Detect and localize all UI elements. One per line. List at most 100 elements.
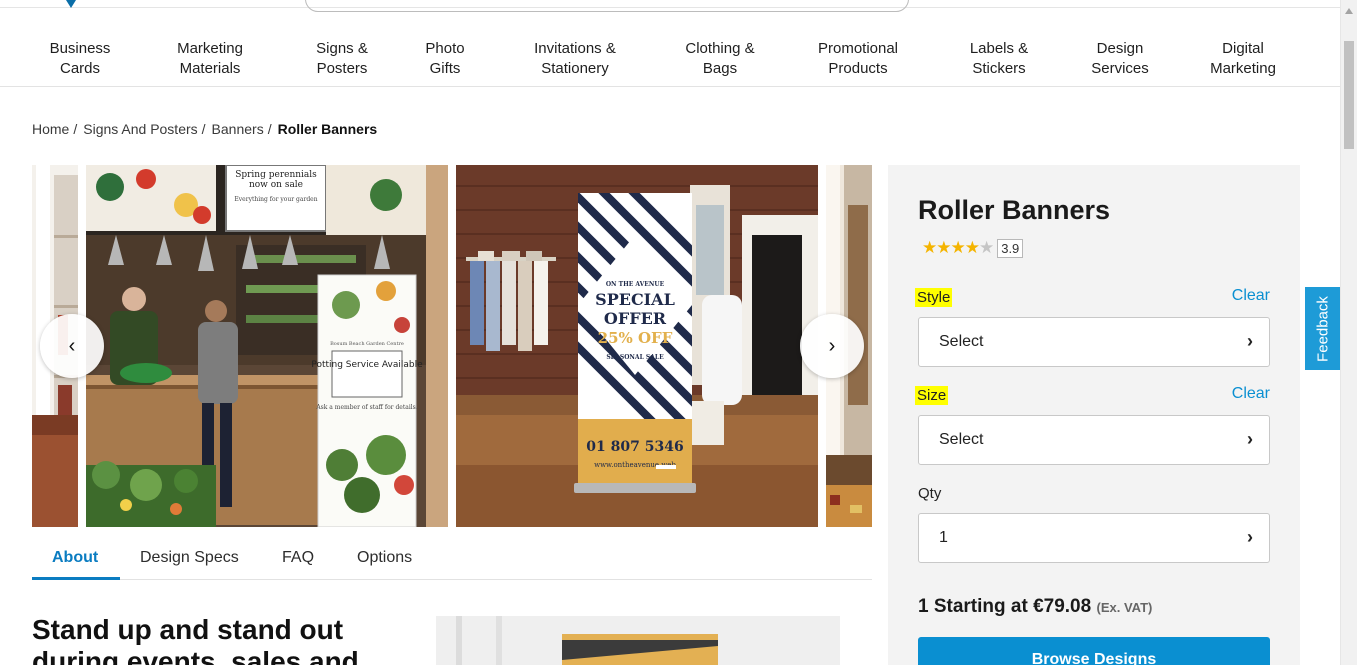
carousel-next-button[interactable]: › [800, 314, 864, 378]
scroll-up-icon[interactable] [1345, 8, 1353, 14]
nav-label: Posters [316, 60, 368, 77]
nav-label: Marketing [177, 40, 243, 57]
breadcrumb-signs-and-posters[interactable]: Signs And Posters [83, 121, 197, 137]
sign-line-2: now on sale [249, 180, 303, 190]
nav-item-promotional-products[interactable]: Promotional Products [818, 39, 898, 79]
main-nav: Business Cards Marketing Materials Signs &… [0, 8, 1340, 87]
product-image-carousel[interactable]: Spring perennials now on sale Everything… [32, 165, 872, 527]
header-strip [0, 0, 1340, 12]
sign-line-3: Everything for your garden [234, 196, 317, 203]
nav-label: Clothing & [685, 40, 755, 57]
page-scrollbar[interactable] [1340, 0, 1357, 665]
tab-faq[interactable]: FAQ [282, 549, 314, 567]
feedback-label: Feedback [1314, 295, 1331, 362]
nav-label: Labels & [969, 40, 1029, 57]
logo-icon[interactable] [66, 0, 76, 8]
nav-label: Stickers [972, 60, 1026, 77]
clothing-shop-image: ON THE AVENUE SPECIAL OFFER 25% OFF SEAS… [456, 165, 818, 527]
carousel-prev-button[interactable]: ‹ [40, 314, 104, 378]
nav-label: Photo [425, 40, 465, 57]
nav-label: Materials [179, 60, 241, 77]
banner-line-5: SEASONAL SALE [606, 354, 664, 361]
nav-label: Gifts [429, 60, 461, 77]
chevron-right-icon: › [1247, 429, 1253, 449]
breadcrumb: Home / Signs And Posters / Banners / Roller… [32, 121, 377, 137]
banner-line-1: ON THE AVENUE [606, 281, 665, 288]
nav-label: Promotional [817, 40, 899, 57]
qty-select-value: 1 [939, 529, 948, 546]
nav-item-digital-marketing[interactable]: Digital Marketing [1210, 39, 1276, 79]
nav-label: Business [49, 40, 111, 57]
banner-line-2: SPECIAL [595, 290, 675, 309]
size-select[interactable]: Select › [918, 415, 1270, 465]
browse-designs-button[interactable]: Browse Designs [918, 637, 1270, 665]
nav-label: Invitations & [534, 40, 616, 57]
carousel-slide-garden-centre[interactable]: Spring perennials now on sale Everything… [86, 165, 448, 527]
about-image [436, 616, 840, 665]
nav-label: Digital [1222, 40, 1264, 57]
chevron-right-icon: › [1247, 527, 1253, 547]
star-rating-icon: ★★★★★ [922, 238, 994, 258]
banner-photo [436, 616, 840, 665]
sign-line-1: Spring perennials [235, 170, 317, 180]
tab-options[interactable]: Options [357, 549, 412, 567]
nav-item-signs-posters[interactable]: Signs & Posters [316, 39, 368, 79]
nav-item-photo-gifts[interactable]: Photo Gifts [425, 39, 464, 79]
nav-label: Products [828, 60, 888, 77]
garden-centre-image: Spring perennials now on sale Everything… [86, 165, 448, 527]
breadcrumb-home[interactable]: Home [32, 121, 69, 137]
tab-about[interactable]: About [52, 549, 98, 567]
product-title: Roller Banners [918, 195, 1111, 225]
product-config-panel: Roller Banners ★★★★★ 3.9 Style Clear Sel… [888, 165, 1300, 665]
about-headline: Stand up and stand out during events, sa… [32, 614, 359, 665]
banner-sub-text: Ask a member of staff for details. [315, 404, 417, 411]
stars-empty: ★ [978, 238, 994, 257]
feedback-tab[interactable]: Feedback [1305, 287, 1340, 370]
banner-phone: 01 807 5346 [586, 439, 683, 455]
nav-item-clothing-bags[interactable]: Clothing & Bags [685, 39, 754, 79]
banner-line-4: 25% OFF [598, 329, 673, 347]
nav-item-invitations-stationery[interactable]: Invitations & Stationery [534, 39, 616, 79]
banner-title-text: Potting Service Available [311, 360, 423, 370]
breadcrumb-separator: / [267, 121, 272, 137]
breadcrumb-banners[interactable]: Banners [212, 121, 264, 137]
price-text: 1 Starting at €79.08 [918, 596, 1092, 617]
nav-label: Marketing [1210, 60, 1276, 77]
nav-label: Services [1091, 60, 1149, 77]
qty-select[interactable]: 1 › [918, 513, 1270, 563]
breadcrumb-separator: / [73, 121, 78, 137]
style-clear-link[interactable]: Clear [1232, 287, 1270, 305]
breadcrumb-separator: / [201, 121, 206, 137]
size-select-value: Select [939, 431, 984, 448]
style-label: Style [915, 288, 953, 307]
banner-small-text: Bosum Beach Garden Centre [330, 341, 404, 347]
nav-label: Stationery [541, 60, 609, 77]
chevron-left-icon: ‹ [68, 334, 76, 357]
product-rating[interactable]: ★★★★★ 3.9 [922, 238, 1024, 258]
nav-item-labels-stickers[interactable]: Labels & Stickers [970, 39, 1028, 79]
price-summary: 1 Starting at €79.08 (Ex. VAT) [918, 596, 1152, 618]
style-select[interactable]: Select › [918, 317, 1270, 367]
rating-value: 3.9 [997, 238, 1024, 258]
style-select-value: Select [939, 333, 984, 350]
chevron-right-icon: › [828, 334, 836, 357]
scroll-thumb[interactable] [1344, 41, 1354, 149]
stars-filled: ★★★★ [922, 238, 980, 257]
nav-item-business-cards[interactable]: Business Cards [50, 39, 111, 79]
vat-note: (Ex. VAT) [1096, 600, 1153, 615]
nav-label: Bags [702, 60, 738, 77]
size-clear-link[interactable]: Clear [1232, 385, 1270, 403]
tab-design-specs[interactable]: Design Specs [140, 549, 239, 567]
product-tabs: About Design Specs FAQ Options [32, 541, 872, 580]
qty-label: Qty [918, 485, 942, 502]
chevron-right-icon: › [1247, 331, 1253, 351]
nav-label: Cards [59, 60, 100, 77]
nav-label: Signs & [316, 40, 368, 57]
breadcrumb-current: Roller Banners [277, 121, 378, 137]
nav-item-design-services[interactable]: Design Services [1091, 39, 1149, 79]
banner-line-3: OFFER [604, 309, 667, 328]
carousel-slide-clothing-shop[interactable]: ON THE AVENUE SPECIAL OFFER 25% OFF SEAS… [456, 165, 818, 527]
size-label: Size [915, 386, 949, 405]
nav-label: Design [1096, 40, 1144, 57]
nav-item-marketing-materials[interactable]: Marketing Materials [177, 39, 243, 79]
